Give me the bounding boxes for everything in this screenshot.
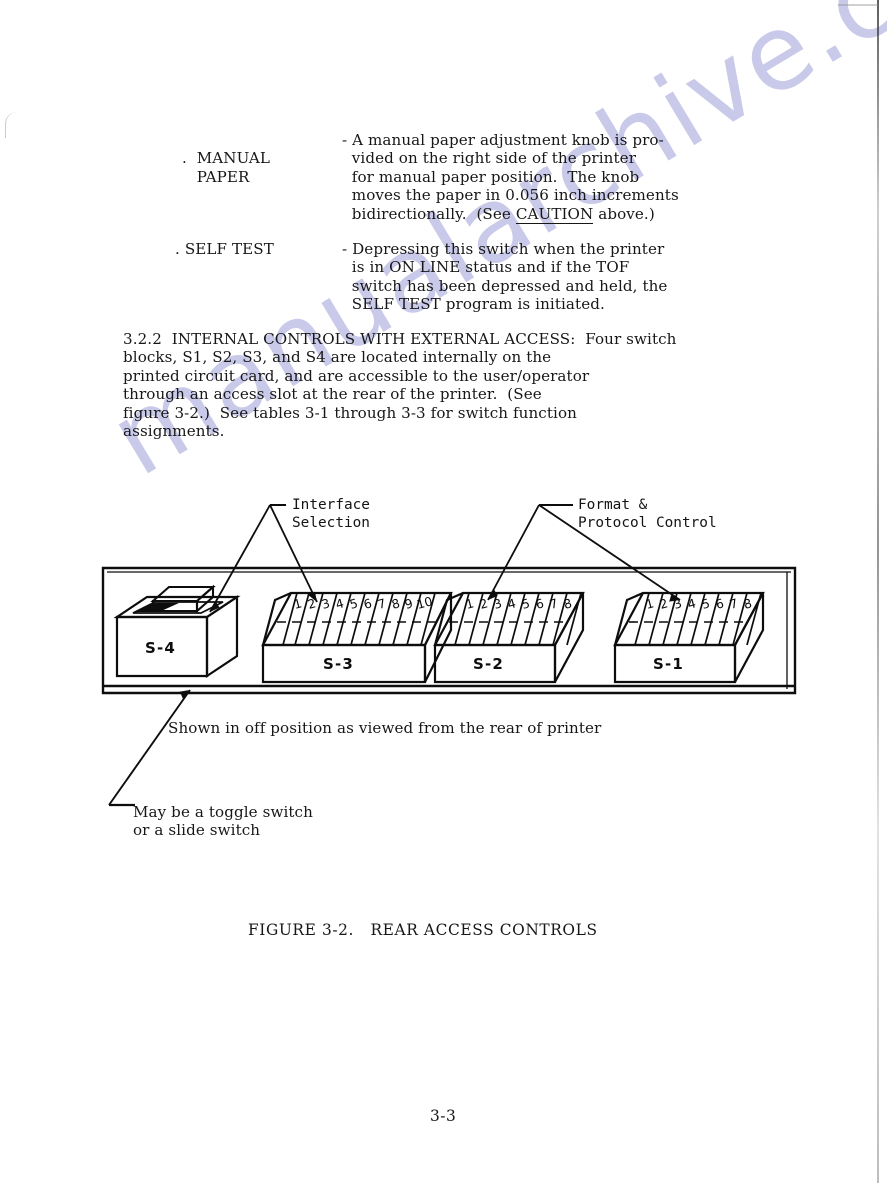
callout-format-protocol-line1: Format & — [578, 497, 648, 513]
bullet-self-test: . SELF TEST — [175, 240, 274, 258]
para-line-1: 3.2.2 INTERNAL CONTROLS WITH EXTERNAL AC… — [123, 330, 677, 348]
s2-switch-5: 5 — [520, 595, 532, 612]
caution-reference: CAUTION — [515, 204, 594, 224]
switch-block-s1[interactable]: 1 2 3 4 5 6 7 8 S-1 — [613, 591, 765, 684]
desc-line-3: switch has been depressed and held, the — [351, 276, 668, 295]
para-line-4: through an access slot at the rear of th… — [123, 385, 542, 404]
bullet-marker: . — [182, 149, 187, 168]
switch-block-s3-numbers: 1 2 3 4 5 6 7 8 9 10 — [292, 593, 434, 612]
bullet-self-test-description: - Depressing this switch when the printe… — [342, 240, 667, 314]
s1-switch-1: 1 — [644, 595, 656, 612]
desc-line-1: A manual paper adjustment knob is pro- — [352, 131, 664, 149]
s3-switch-1: 1 — [292, 595, 304, 612]
s1-switch-7: 7 — [728, 595, 740, 612]
bullet-marker: . — [175, 240, 180, 258]
switch-block-s3[interactable]: 1 2 3 4 5 6 7 8 9 10 S-3 — [261, 591, 453, 684]
callout-interface-selection-line1: Interface — [292, 497, 370, 513]
desc-line-2: is in ON LINE status and if the TOF — [351, 258, 630, 277]
dash: - — [342, 131, 348, 149]
s3-switch-8: 8 — [390, 595, 402, 612]
callout-format-protocol-line2: Protocol Control — [578, 515, 717, 531]
bullet-term-line1: MANUAL — [196, 149, 271, 168]
s3-switch-9: 9 — [403, 595, 415, 612]
section-3-2-2-paragraph: 3.2.2 INTERNAL CONTROLS WITH EXTERNAL AC… — [123, 330, 677, 440]
s2-switch-3: 3 — [492, 595, 504, 612]
desc-line-3: for manual paper position. The knob — [351, 167, 640, 186]
dash: - — [342, 240, 348, 258]
s2-switch-2: 2 — [478, 595, 490, 612]
note-line-2: or a slide switch — [133, 821, 261, 840]
para-line-2: blocks, S1, S2, S3, and S4 are located i… — [123, 348, 552, 367]
s1-switch-2: 2 — [658, 595, 670, 612]
document-page: manualarchive.com . MANUAL PAPER - A man… — [0, 0, 887, 1183]
s2-switch-4: 4 — [506, 595, 518, 612]
para-line-6: assignments. — [123, 422, 225, 441]
desc-line-4: SELF TEST program is initiated. — [351, 295, 605, 314]
s2-switch-1: 1 — [464, 595, 476, 612]
s1-switch-6: 6 — [714, 595, 726, 612]
s3-switch-5: 5 — [348, 595, 360, 612]
switch-block-s3-label: S-3 — [323, 655, 354, 673]
desc-line-5: bidirectionally. (See — [351, 204, 516, 223]
desc-line-2: vided on the right side of the printer — [351, 149, 637, 168]
s1-switch-5: 5 — [700, 595, 712, 612]
switch-block-s2[interactable]: 1 2 3 4 5 6 7 8 S-2 — [433, 591, 585, 684]
para-line-5: figure 3-2.) See tables 3-1 through 3-3 … — [123, 403, 577, 422]
note-line-1: May be a toggle switch — [133, 803, 313, 821]
figure-note-toggle: May be a toggle switch or a slide switch — [133, 803, 313, 840]
figure-title: FIGURE 3-2. REAR ACCESS CONTROLS — [248, 921, 598, 939]
s2-switch-6: 6 — [534, 595, 546, 612]
page-number: 3-3 — [430, 1107, 457, 1125]
desc-line-1: Depressing this switch when the printer — [352, 240, 665, 258]
switch-block-s1-numbers: 1 2 3 4 5 6 7 8 — [644, 595, 754, 612]
figure-caption-shown: Shown in off position as viewed from the… — [168, 719, 602, 737]
switch-block-s4-label: S-4 — [145, 639, 176, 657]
bullet-term-line2: PAPER — [196, 167, 250, 186]
s3-switch-7: 7 — [376, 595, 388, 612]
s3-switch-4: 4 — [334, 595, 346, 612]
switch-block-s2-label: S-2 — [473, 655, 504, 673]
switch-block-s1-label: S-1 — [653, 655, 684, 673]
desc-line-4: moves the paper in 0.056 inch increments — [351, 186, 679, 205]
switch-block-s2-numbers: 1 2 3 4 5 6 7 8 — [464, 595, 574, 612]
para-line-3: printed circuit card, and are accessible… — [123, 366, 590, 385]
s3-switch-3: 3 — [320, 595, 332, 612]
bullet-manual-paper: . MANUAL PAPER — [182, 131, 270, 186]
s1-switch-3: 3 — [672, 595, 684, 612]
callout-interface-selection-line2: Selection — [292, 515, 370, 531]
bullet-term-line1: SELF TEST — [184, 240, 274, 258]
callout-leader-toggle-note — [108, 689, 191, 807]
s2-switch-8: 8 — [562, 595, 574, 612]
s3-switch-6: 6 — [362, 595, 374, 612]
s1-switch-8: 8 — [742, 595, 754, 612]
desc-line-5b: above.) — [593, 204, 655, 223]
switch-block-s4[interactable]: S-4 — [113, 584, 241, 679]
content-layer: . MANUAL PAPER - A manual paper adjustme… — [0, 0, 887, 1183]
figure-3-2: Interface Selection Format & Protocol Co… — [95, 480, 815, 840]
s2-switch-7: 7 — [548, 595, 560, 612]
s1-switch-4: 4 — [686, 595, 698, 612]
bullet-manual-paper-description: - A manual paper adjustment knob is pro-… — [342, 131, 679, 224]
